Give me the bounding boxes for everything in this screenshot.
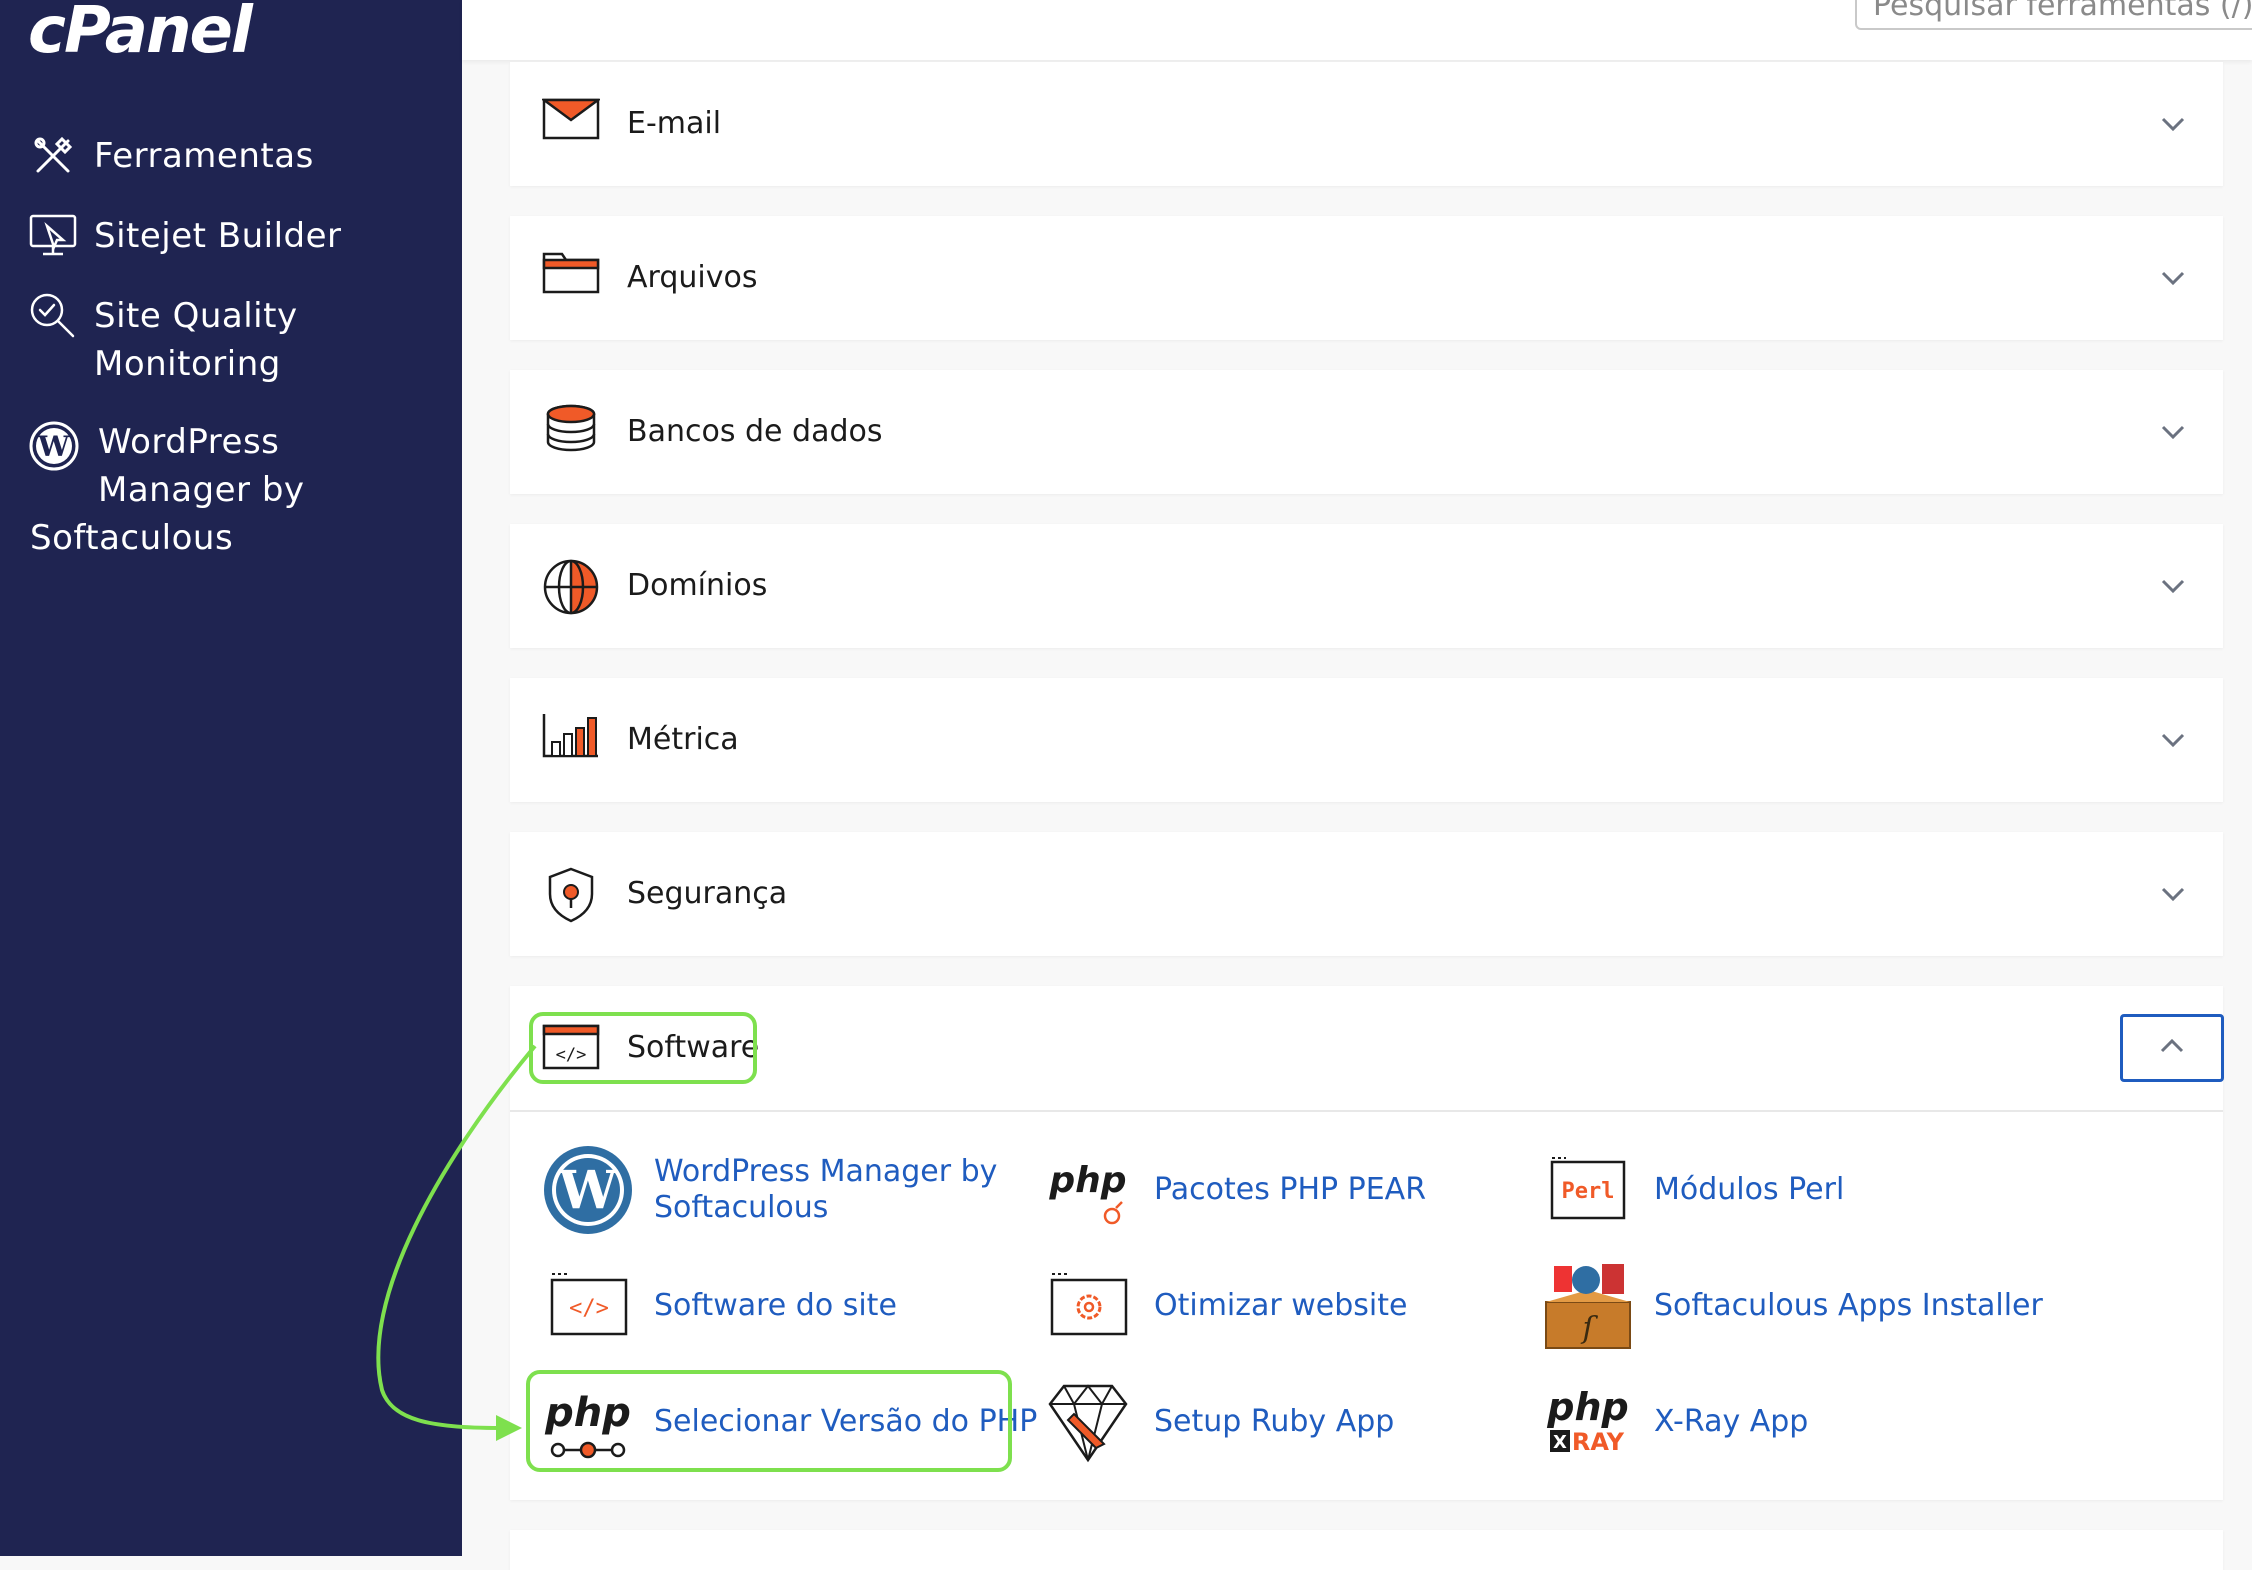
highlight-arrow — [376, 1044, 537, 1441]
